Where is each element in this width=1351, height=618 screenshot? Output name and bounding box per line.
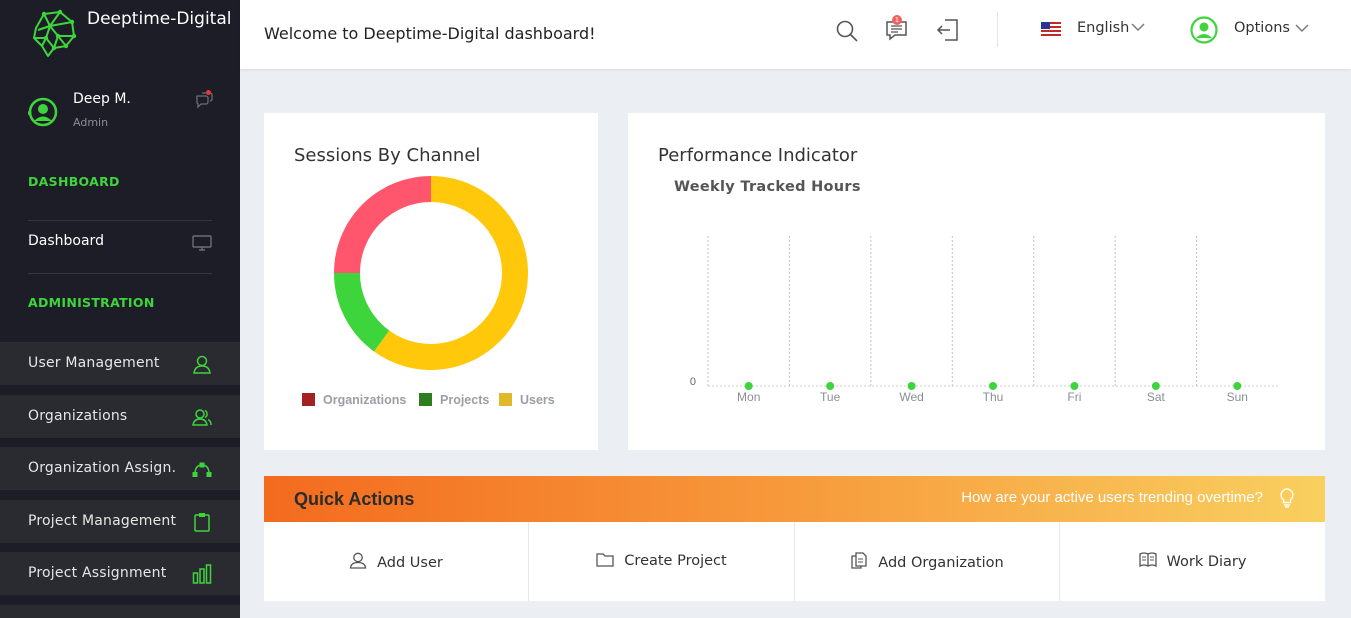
x-tick-label: Sun xyxy=(1227,390,1248,404)
header-divider xyxy=(997,12,998,47)
sidebar-item-user-management[interactable]: User Management xyxy=(0,342,240,385)
legend-label: Organizations xyxy=(323,393,407,407)
donut-slice-projects[interactable] xyxy=(334,272,390,352)
data-point-sun[interactable] xyxy=(1233,382,1242,390)
add-user-button[interactable]: Add User xyxy=(264,522,529,601)
brain-network-icon xyxy=(33,9,77,57)
sidebar-item-dashboard[interactable]: Dashboard xyxy=(0,222,240,262)
monitor-icon xyxy=(192,235,212,251)
lightbulb-icon[interactable] xyxy=(1279,488,1295,508)
y-tick-label: 0 xyxy=(690,376,696,388)
book-icon xyxy=(1138,552,1157,568)
card-title: Performance Indicator xyxy=(658,145,858,166)
card-title: Sessions By Channel xyxy=(294,145,481,166)
users-icon xyxy=(192,409,212,426)
user-profile: Deep M. Admin xyxy=(0,86,240,136)
brand[interactable]: Deeptime-Digital xyxy=(0,0,240,64)
x-tick-label: Tue xyxy=(820,390,841,404)
x-tick-label: Thu xyxy=(983,390,1004,404)
sidebar-item-project-management[interactable]: Project Management xyxy=(0,500,240,543)
data-point-fri[interactable] xyxy=(1070,382,1079,390)
avatar[interactable] xyxy=(28,97,58,127)
work-diary-button[interactable]: Work Diary xyxy=(1060,522,1325,601)
legend-swatch xyxy=(419,393,432,406)
add-organization-button[interactable]: Add Organization xyxy=(795,522,1060,601)
sidebar-item-label: Organization Assign. xyxy=(28,460,177,476)
user-role: Admin xyxy=(73,116,109,129)
x-tick-label: Mon xyxy=(737,390,760,404)
sidebar-item-project-assignment[interactable]: Project Assignment xyxy=(0,552,240,595)
document-copy-icon xyxy=(851,552,867,569)
legend-label: Projects xyxy=(440,393,490,407)
quick-actions-row: Add User Create Project Add Organization… xyxy=(264,522,1325,601)
legend-label: Users xyxy=(520,393,555,407)
search-icon[interactable] xyxy=(835,19,859,43)
user-outline-icon xyxy=(349,552,367,569)
divider xyxy=(28,273,212,274)
donut-slice-users[interactable] xyxy=(374,176,528,370)
legend-item-organizations[interactable]: Organizations xyxy=(302,393,406,407)
bar-chart-icon xyxy=(192,564,212,584)
legend-swatch xyxy=(499,393,512,406)
data-point-wed[interactable] xyxy=(907,382,916,390)
top-header: Welcome to Deeptime-Digital dashboard! 1… xyxy=(240,0,1351,69)
add-user-label: Add User xyxy=(377,555,443,571)
donut-slice-organizations[interactable] xyxy=(334,176,432,274)
create-project-label: Create Project xyxy=(624,553,727,569)
sidebar-item-label: Project Management xyxy=(28,513,177,529)
chat-icon[interactable] xyxy=(194,90,214,110)
language-selector[interactable]: English xyxy=(1041,16,1151,42)
x-tick-label: Sat xyxy=(1147,390,1166,404)
data-point-tue[interactable] xyxy=(826,382,835,390)
active-users-question[interactable]: How are your active users trending overt… xyxy=(961,489,1263,506)
user-circle-icon xyxy=(1190,16,1218,44)
welcome-message: Welcome to Deeptime-Digital dashboard! xyxy=(264,24,596,43)
options-label: Options xyxy=(1234,20,1290,36)
data-point-thu[interactable] xyxy=(989,382,997,390)
folder-icon xyxy=(596,553,614,567)
us-flag-icon xyxy=(1041,22,1061,36)
work-diary-label: Work Diary xyxy=(1166,554,1247,570)
notification-badge: 1 xyxy=(892,15,902,25)
create-project-button[interactable]: Create Project xyxy=(529,522,795,601)
x-tick-label: Wed xyxy=(899,390,923,404)
line-chart: 0 Mon Tue Wed Thu Fri Sat Sun xyxy=(690,236,1278,404)
sidebar-item-label: Project Assignment xyxy=(28,565,167,581)
performance-card: Performance Indicator Weekly Tracked Hou… xyxy=(628,113,1325,450)
sidebar-item-organizations[interactable]: Organizations xyxy=(0,395,240,438)
add-organization-label: Add Organization xyxy=(878,555,1004,571)
chevron-down-icon xyxy=(1295,24,1309,32)
sessions-card: Sessions By Channel Organizations Project… xyxy=(264,113,598,450)
divider xyxy=(28,220,212,221)
quick-actions-bar: Quick Actions How are your active users … xyxy=(264,476,1325,522)
sidebar-item-label: Organizations xyxy=(28,408,128,424)
user-name: Deep M. xyxy=(73,91,131,107)
user-icon xyxy=(193,355,211,374)
notifications-button[interactable]: 1 xyxy=(885,15,911,42)
brand-name: Deeptime-Digital xyxy=(87,9,232,29)
sidebar-item-label: User Management xyxy=(28,355,160,371)
quick-actions-title: Quick Actions xyxy=(294,489,415,509)
clipboard-icon xyxy=(194,513,210,532)
x-tick-label: Fri xyxy=(1067,390,1081,404)
chart-subtitle: Weekly Tracked Hours xyxy=(674,179,861,195)
network-icon xyxy=(192,462,212,477)
sidebar-item-more[interactable] xyxy=(0,605,240,618)
legend-item-projects[interactable]: Projects xyxy=(419,393,489,407)
section-label-administration: ADMINISTRATION xyxy=(28,295,155,310)
language-label: English xyxy=(1077,20,1130,36)
legend-swatch xyxy=(302,393,315,406)
data-point-sat[interactable] xyxy=(1151,382,1160,390)
logout-icon[interactable] xyxy=(936,18,960,42)
sidebar-item-organization-assign[interactable]: Organization Assign. xyxy=(0,447,240,490)
section-label-dashboard: DASHBOARD xyxy=(28,174,120,189)
chevron-down-icon xyxy=(1131,23,1145,31)
legend-item-users[interactable]: Users xyxy=(499,393,555,407)
data-point-mon[interactable] xyxy=(744,382,753,390)
sidebar: Deeptime-Digital Deep M. Admin DASHBOARD… xyxy=(0,0,240,618)
donut-chart xyxy=(334,176,528,370)
sidebar-item-label: Dashboard xyxy=(28,233,104,249)
